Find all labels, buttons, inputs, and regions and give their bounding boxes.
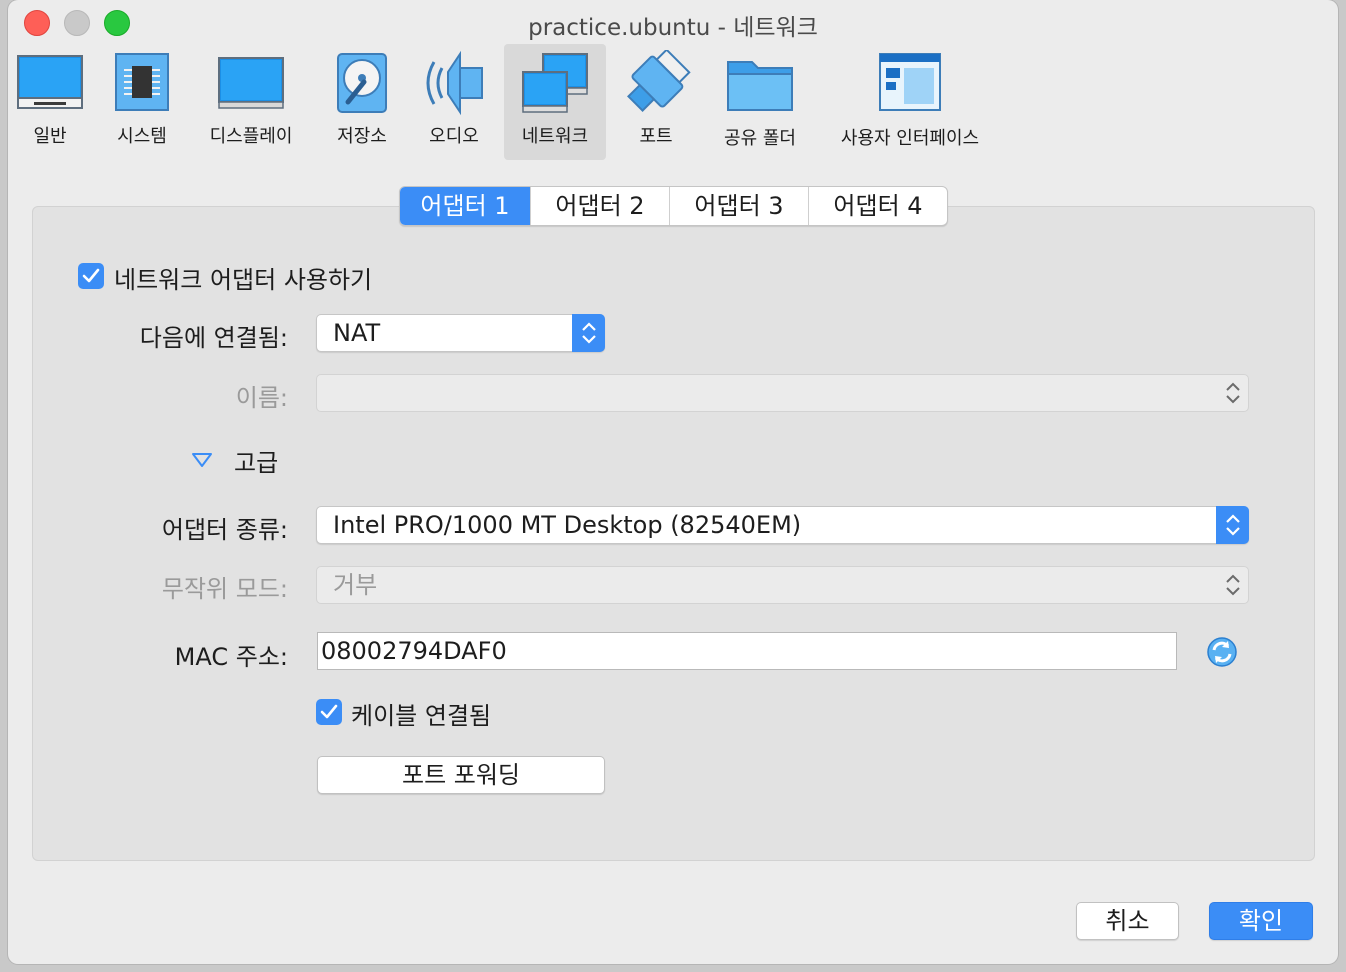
- toolbar-item-shared-folders[interactable]: 공유 폴더: [712, 44, 808, 160]
- advanced-label[interactable]: 고급: [234, 443, 278, 478]
- adapter-tabs: 어댑터 1 어댑터 2 어댑터 3 어댑터 4: [399, 186, 948, 226]
- toolbar-label: 일반: [33, 126, 67, 147]
- display-icon: [218, 57, 284, 109]
- attached-to-select[interactable]: NAT: [316, 314, 605, 352]
- tab-adapter-2[interactable]: 어댑터 2: [530, 187, 669, 225]
- cable-connected-label: 케이블 연결됨: [351, 702, 492, 730]
- toolbar-label: 포트: [639, 126, 673, 147]
- window-title: practice.ubuntu - 네트워크: [528, 15, 818, 41]
- enable-adapter-checkbox[interactable]: [78, 263, 104, 289]
- enable-adapter-label: 네트워크 어댑터 사용하기: [114, 266, 373, 294]
- general-icon: [17, 55, 83, 109]
- checkmark-icon: [320, 704, 338, 719]
- toolbar-label: 시스템: [117, 126, 167, 147]
- settings-toolbar: 일반 시스템 디스플레이 저장소 오디오 네트워크 포트 공유 폴더 사용자 인…: [8, 44, 1338, 162]
- attached-to-label: 다음에 연결됨:: [139, 324, 288, 352]
- toolbar-label: 사용자 인터페이스: [840, 128, 980, 149]
- ok-button[interactable]: 확인: [1209, 902, 1313, 940]
- tab-adapter-1[interactable]: 어댑터 1: [400, 187, 530, 225]
- cancel-button[interactable]: 취소: [1076, 902, 1179, 940]
- shared-folders-icon: [727, 61, 793, 111]
- ports-icon: [627, 50, 691, 112]
- settings-window: practice.ubuntu - 네트워크 일반 시스템 디스플레이 저장소 …: [8, 0, 1338, 964]
- toolbar-item-user-interface[interactable]: 사용자 인터페이스: [826, 44, 994, 160]
- mac-address-label: MAC 주소:: [174, 643, 288, 671]
- toolbar-item-general[interactable]: 일반: [8, 44, 92, 160]
- tab-adapter-4[interactable]: 어댑터 4: [808, 187, 947, 225]
- select-arrows-icon: [1216, 506, 1249, 544]
- adapter-type-label: 어댑터 종류:: [161, 516, 288, 544]
- promiscuous-mode-value: 거부: [333, 571, 378, 599]
- toolbar-item-storage[interactable]: 저장소: [320, 44, 404, 160]
- toolbar-label: 네트워크: [521, 126, 589, 147]
- port-forwarding-button[interactable]: 포트 포워딩: [317, 756, 605, 794]
- toolbar-item-system[interactable]: 시스템: [100, 44, 184, 160]
- title-bar: practice.ubuntu - 네트워크: [8, 0, 1338, 44]
- toolbar-label: 오디오: [429, 126, 479, 147]
- cable-connected-checkbox[interactable]: [316, 699, 342, 725]
- tab-adapter-3[interactable]: 어댑터 3: [669, 187, 808, 225]
- toolbar-item-display[interactable]: 디스플레이: [198, 44, 304, 160]
- adapter-type-value: Intel PRO/1000 MT Desktop (82540EM): [333, 511, 802, 539]
- select-arrows-icon: [572, 314, 605, 352]
- refresh-mac-icon[interactable]: [1206, 636, 1238, 668]
- network-icon: [522, 53, 588, 113]
- audio-icon: [426, 50, 483, 116]
- adapter-type-select[interactable]: Intel PRO/1000 MT Desktop (82540EM): [316, 506, 1249, 544]
- disclosure-triangle-icon[interactable]: [191, 452, 213, 468]
- toolbar-item-ports[interactable]: 포트: [614, 44, 698, 160]
- system-icon: [115, 53, 169, 111]
- toolbar-item-network[interactable]: 네트워크: [504, 44, 606, 160]
- toolbar-label: 공유 폴더: [724, 128, 796, 149]
- mac-address-input[interactable]: 08002794DAF0: [317, 632, 1177, 670]
- name-label: 이름:: [235, 384, 288, 412]
- promiscuous-mode-select[interactable]: 거부: [316, 566, 1249, 604]
- select-arrows-icon: [1216, 566, 1249, 604]
- checkmark-icon: [82, 268, 100, 283]
- toolbar-item-audio[interactable]: 오디오: [412, 44, 496, 160]
- storage-icon: [337, 53, 387, 113]
- select-arrows-icon: [1216, 374, 1249, 412]
- promiscuous-mode-label: 무작위 모드:: [161, 575, 288, 603]
- name-select[interactable]: [316, 374, 1249, 412]
- attached-to-value: NAT: [333, 319, 381, 347]
- toolbar-label: 디스플레이: [209, 126, 293, 147]
- user-interface-icon: [879, 53, 941, 111]
- toolbar-label: 저장소: [337, 126, 387, 147]
